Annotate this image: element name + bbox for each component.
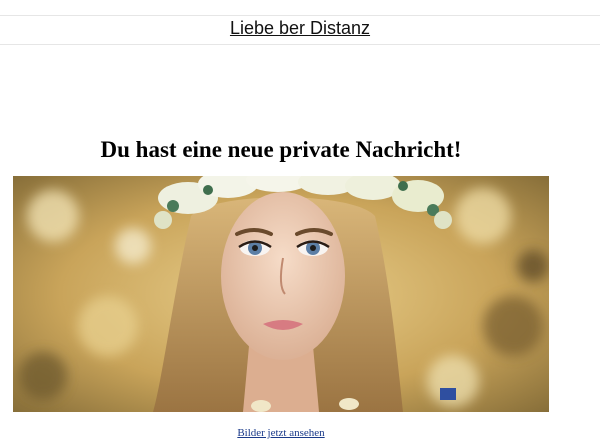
- site-title-link[interactable]: Liebe ber Distanz: [230, 17, 370, 39]
- top-bar: [0, 0, 600, 16]
- hero-photo: [13, 176, 549, 412]
- page-headline: Du hast eine neue private Nachricht!: [100, 137, 462, 162]
- header-bar: Liebe ber Distanz: [0, 16, 600, 45]
- portrait-illustration: [13, 176, 549, 412]
- view-photos-link[interactable]: Bilder jetzt ansehen: [0, 426, 562, 440]
